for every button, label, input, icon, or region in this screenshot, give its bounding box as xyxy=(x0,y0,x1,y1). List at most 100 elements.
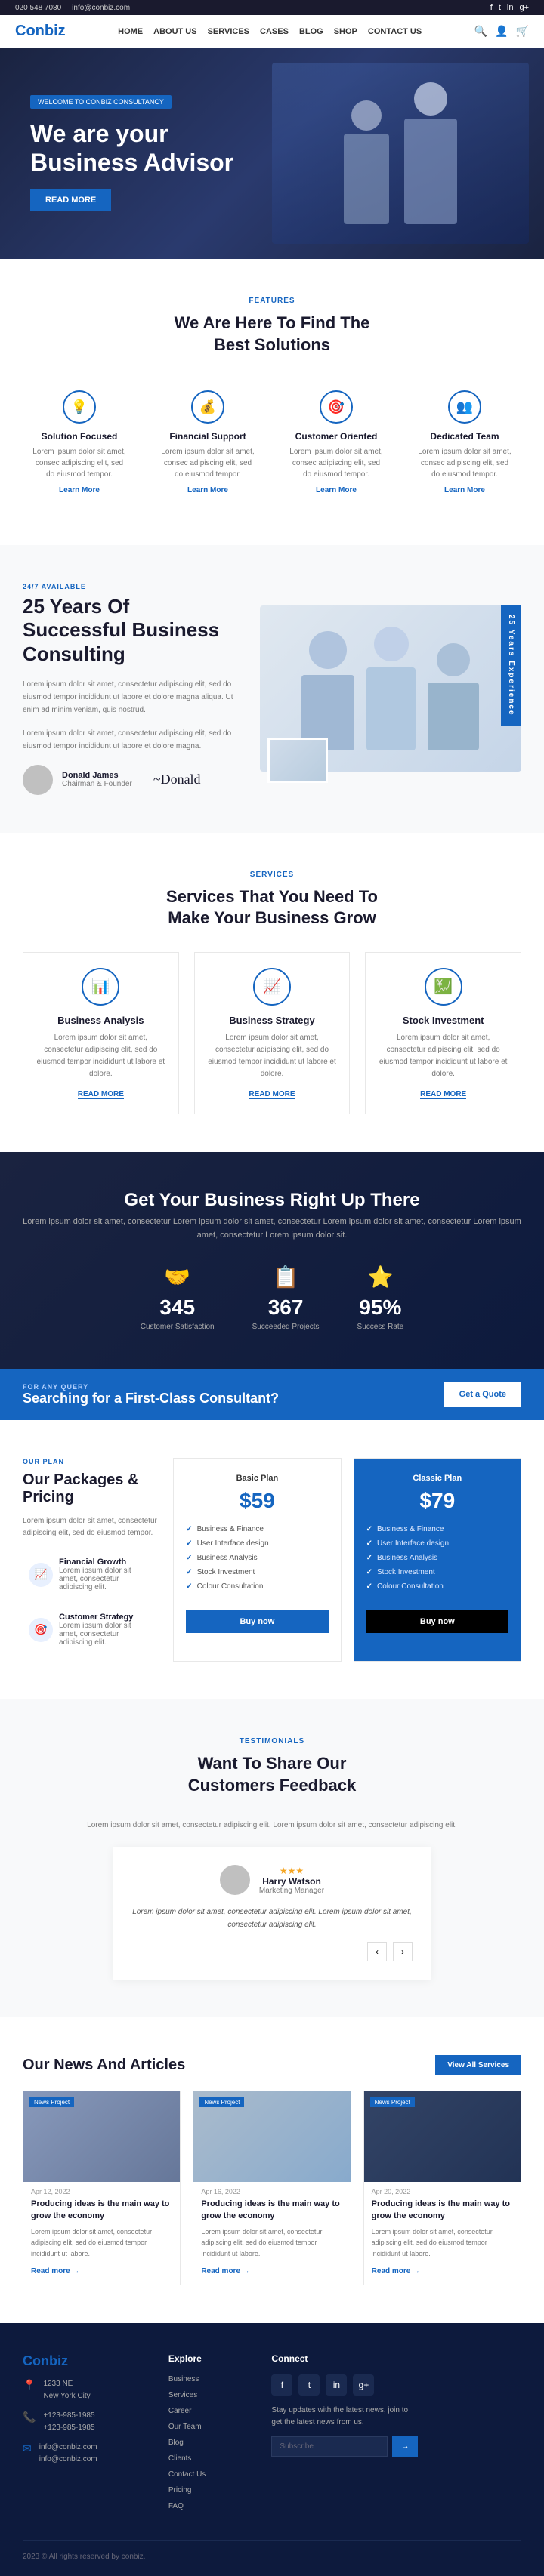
testimonial-content: Lorem ipsum dolor sit amet, consectetur … xyxy=(131,1906,413,1931)
nav-services[interactable]: SERVICES xyxy=(208,27,249,36)
service-readmore-3[interactable]: READ MORE xyxy=(420,1090,466,1099)
service-title-1: Business Analysis xyxy=(36,1015,166,1026)
stat-success: ⭐ 95% Success Rate xyxy=(357,1265,404,1331)
footer-link-services[interactable]: Services xyxy=(168,2390,254,2401)
news-image-3: News Project xyxy=(364,2091,521,2182)
hero-image xyxy=(272,63,529,244)
search-icon[interactable]: 🔍 xyxy=(474,25,487,38)
social-linkedin-icon[interactable]: in xyxy=(507,3,514,12)
service-title-2: Business Strategy xyxy=(207,1015,338,1026)
cart-icon[interactable]: 🛒 xyxy=(516,25,529,38)
footer-bottom: 2023 © All rights reserved by conbiz. xyxy=(23,2540,521,2561)
footer-link-faq[interactable]: FAQ xyxy=(168,2501,254,2512)
basic-plan-buy-button[interactable]: Buy now xyxy=(186,1610,328,1633)
feature-link-4[interactable]: Learn More xyxy=(444,486,485,495)
testimonial-arrows: ‹ › xyxy=(131,1942,413,1961)
news-date-2: Apr 16, 2022 xyxy=(193,2182,350,2199)
basic-plan-price: $59 xyxy=(186,1489,328,1513)
cta-get-quote-button[interactable]: Get a Quote xyxy=(444,1382,521,1407)
footer-link-career[interactable]: Career xyxy=(168,2406,254,2417)
basic-plan-features: ✓Business & Finance ✓User Interface desi… xyxy=(186,1522,328,1594)
footer-link-clients[interactable]: Clients xyxy=(168,2454,254,2464)
footer-link-business[interactable]: Business xyxy=(168,2374,254,2385)
pricing-feature-title-2: Customer Strategy xyxy=(59,1613,152,1622)
hero-badge: WELCOME TO CONBIZ CONSULTANCY xyxy=(30,95,172,109)
user-icon[interactable]: 👤 xyxy=(495,25,508,38)
logo[interactable]: Conbiz xyxy=(15,23,66,40)
phone-text: +123-985-1985 +123-985-1985 xyxy=(43,2410,94,2434)
dedicated-team-icon: 👥 xyxy=(448,390,481,424)
classic-plan-price: $79 xyxy=(366,1489,508,1513)
testimonials-title: Want To Share Our Customers Feedback xyxy=(23,1753,521,1796)
feature-text-3: Lorem ipsum dolor sit amet, consec adipi… xyxy=(287,446,385,480)
footer-link-pricing[interactable]: Pricing xyxy=(168,2485,254,2496)
footer-subscribe-input[interactable] xyxy=(271,2436,388,2457)
view-all-services-button[interactable]: View All Services xyxy=(435,2055,521,2075)
feature-link-2[interactable]: Learn More xyxy=(187,486,228,495)
footer-link-blog[interactable]: Blog xyxy=(168,2438,254,2448)
news-read-more-1[interactable]: Read more → xyxy=(31,2267,79,2276)
nav-shop[interactable]: SHOP xyxy=(334,27,357,36)
founder-role: Chairman & Founder xyxy=(62,780,132,788)
basic-feature-2: ✓User Interface design xyxy=(186,1536,328,1551)
nav-contact[interactable]: CONTACT US xyxy=(368,27,422,36)
testimonial-prev-button[interactable]: ‹ xyxy=(367,1942,387,1961)
news-badge-1: News Project xyxy=(29,2097,74,2107)
footer-linkedin-icon[interactable]: in xyxy=(326,2374,347,2396)
about-text-1: Lorem ipsum dolor sit amet, consectetur … xyxy=(23,678,237,716)
nav-about[interactable]: ABOUT US xyxy=(153,27,196,36)
navbar: Conbiz HOME ABOUT US SERVICES CASES BLOG… xyxy=(0,15,544,48)
feature-link-1[interactable]: Learn More xyxy=(59,486,100,495)
footer-logo-prefix: C xyxy=(23,2353,32,2368)
basic-plan-name: Basic Plan xyxy=(186,1474,328,1483)
hero-read-more-button[interactable]: READ MORE xyxy=(30,189,111,211)
footer-link-contact[interactable]: Contact Us xyxy=(168,2470,254,2480)
stock-investment-icon: 💹 xyxy=(425,968,462,1006)
nav-cases[interactable]: CASES xyxy=(260,27,289,36)
classic-feature-1: ✓Business & Finance xyxy=(366,1522,508,1536)
news-read-more-3[interactable]: Read more → xyxy=(372,2267,420,2276)
footer-link-our-team[interactable]: Our Team xyxy=(168,2422,254,2433)
stat-label-2: Succeeded Projects xyxy=(252,1323,320,1331)
news-badge-3: News Project xyxy=(370,2097,415,2107)
news-card-3: News Project Apr 20, 2022 Producing idea… xyxy=(363,2091,521,2285)
stats-grid: 🤝 345 Customer Satisfaction 📋 367 Succee… xyxy=(23,1265,521,1331)
footer-phone: 📞 +123-985-1985 +123-985-1985 xyxy=(23,2410,150,2434)
footer-facebook-icon[interactable]: f xyxy=(271,2374,292,2396)
social-twitter-icon[interactable]: t xyxy=(499,3,501,12)
pricing-feature-text-1: Lorem ipsum dolor sit amet, consectetur … xyxy=(59,1567,152,1592)
founder-name: Donald James xyxy=(62,771,132,780)
financial-growth-icon: 📈 xyxy=(29,1563,53,1587)
footer-googleplus-icon[interactable]: g+ xyxy=(353,2374,374,2396)
signature-image: ~Donald xyxy=(153,772,201,787)
social-facebook-icon[interactable]: f xyxy=(490,3,493,12)
news-article-title-1: Producing ideas is the main way to grow … xyxy=(31,2199,172,2222)
basic-plan-card: Basic Plan $59 ✓Business & Finance ✓User… xyxy=(173,1458,341,1662)
features-section: FEATURES We Are Here To Find The Best So… xyxy=(0,259,544,545)
stat-projects: 📋 367 Succeeded Projects xyxy=(252,1265,320,1331)
pricing-title: Our Packages & Pricing xyxy=(23,1471,158,1506)
social-instagram-icon[interactable]: g+ xyxy=(519,3,529,12)
nav-blog[interactable]: BLOG xyxy=(299,27,323,36)
nav-home[interactable]: HOME xyxy=(118,27,143,36)
email-text: info@conbiz.com info@conbiz.com xyxy=(39,2442,97,2466)
footer-explore-title: Explore xyxy=(168,2353,254,2364)
testimonial-next-button[interactable]: › xyxy=(393,1942,413,1961)
pricing-cards: Basic Plan $59 ✓Business & Finance ✓User… xyxy=(173,1458,521,1662)
classic-feature-5: ✓Colour Consultation xyxy=(366,1579,508,1594)
service-readmore-2[interactable]: READ MORE xyxy=(249,1090,295,1099)
news-read-more-2[interactable]: Read more → xyxy=(201,2267,249,2276)
news-article-text-3: Lorem ipsum dolor sit amet, consectetur … xyxy=(372,2226,513,2259)
feature-title-1: Solution Focused xyxy=(30,431,128,442)
news-image-2: News Project xyxy=(193,2091,350,2182)
footer-twitter-icon[interactable]: t xyxy=(298,2374,320,2396)
news-image-1: News Project xyxy=(23,2091,180,2182)
pricing-inner: OUR PLAN Our Packages & Pricing Lorem ip… xyxy=(23,1458,521,1662)
about-signature: Donald James Chairman & Founder ~Donald xyxy=(23,765,237,795)
about-section: 24/7 AVAILABLE 25 Years Of Successful Bu… xyxy=(0,545,544,833)
service-readmore-1[interactable]: READ MORE xyxy=(78,1090,124,1099)
footer-subscribe-button[interactable]: → xyxy=(392,2436,418,2457)
classic-plan-buy-button[interactable]: Buy now xyxy=(366,1610,508,1633)
about-available-label: 24/7 AVAILABLE xyxy=(23,583,237,590)
feature-link-3[interactable]: Learn More xyxy=(316,486,357,495)
